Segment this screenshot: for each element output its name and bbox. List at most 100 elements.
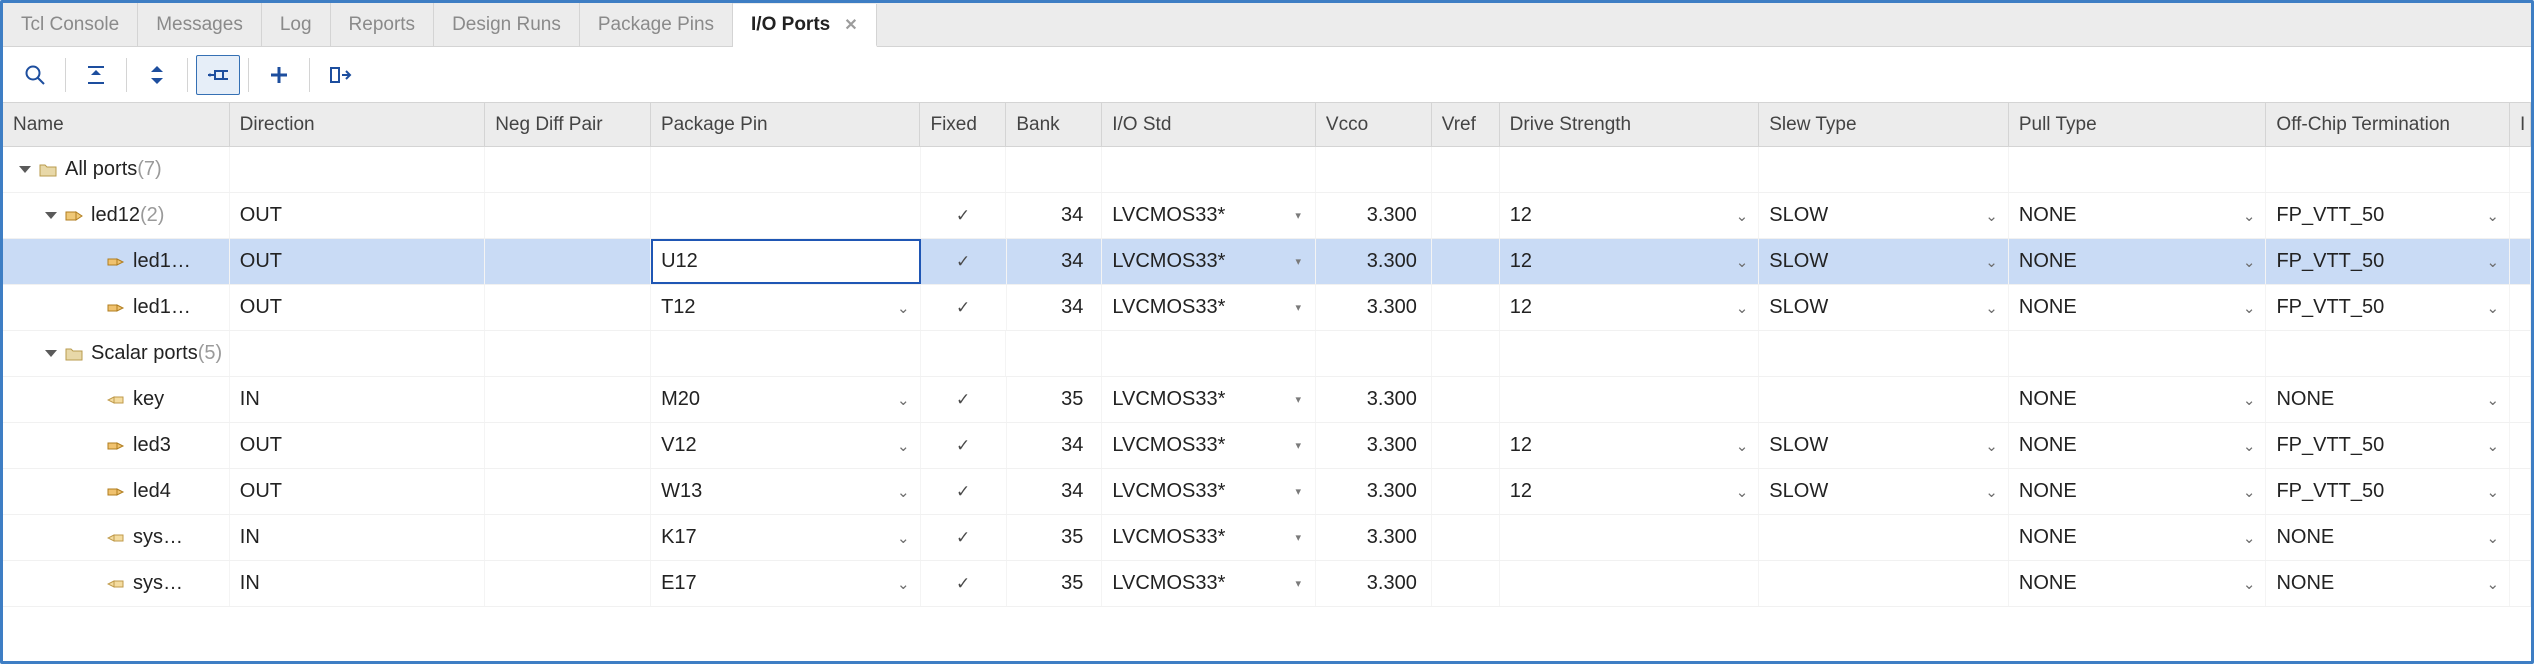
col-bank[interactable]: Bank [1006, 103, 1102, 146]
off-chip-cell[interactable]: NONE⌄ [2266, 377, 2510, 422]
col-name[interactable]: Name [3, 103, 230, 146]
io-std-cell[interactable]: LVCMOS33*▾ [1102, 469, 1316, 514]
table-row[interactable]: keyINM20⌄✓35LVCMOS33*▾3.300NONE⌄NONE⌄ [3, 377, 2531, 423]
collapse-all-button[interactable] [74, 55, 118, 95]
expand-icon[interactable] [45, 350, 57, 357]
col-vcco[interactable]: Vcco [1316, 103, 1432, 146]
tree-root-row[interactable]: All ports (7) [3, 147, 2531, 193]
table-row[interactable]: led3OUTV12⌄✓34LVCMOS33*▾3.30012⌄SLOW⌄NON… [3, 423, 2531, 469]
off-chip-cell[interactable]: FP_VTT_50⌄ [2266, 285, 2510, 330]
io-std-cell[interactable]: LVCMOS33*▾ [1102, 285, 1316, 330]
col-extra[interactable]: I [2510, 103, 2531, 146]
chevron-down-icon[interactable]: ⌄ [2243, 391, 2256, 409]
col-fixed[interactable]: Fixed [920, 103, 1006, 146]
table-row[interactable]: led1…OUTU12✓34LVCMOS33*▾3.30012⌄SLOW⌄NON… [3, 239, 2531, 285]
io-std-cell[interactable]: LVCMOS33*▾ [1102, 423, 1316, 468]
chevron-down-icon[interactable]: ⌄ [2243, 253, 2256, 271]
chevron-down-icon[interactable]: ⌄ [2486, 253, 2499, 271]
package-pin-cell[interactable]: V12⌄ [651, 423, 921, 468]
chevron-down-icon[interactable]: ⌄ [1985, 483, 1998, 501]
table-row[interactable]: led4OUTW13⌄✓34LVCMOS33*▾3.30012⌄SLOW⌄NON… [3, 469, 2531, 515]
chevron-down-icon[interactable]: ▾ [1295, 439, 1305, 452]
chevron-down-icon[interactable]: ⌄ [897, 575, 910, 593]
pull-type-cell[interactable]: NONE⌄ [2009, 239, 2267, 284]
chevron-down-icon[interactable]: ⌄ [2486, 299, 2499, 317]
chevron-down-icon[interactable]: ⌄ [2486, 529, 2499, 547]
table-row[interactable]: led1…OUTT12⌄✓34LVCMOS33*▾3.30012⌄SLOW⌄NO… [3, 285, 2531, 331]
col-vref[interactable]: Vref [1432, 103, 1500, 146]
chevron-down-icon[interactable]: ▾ [1295, 255, 1305, 268]
col-drive-strength[interactable]: Drive Strength [1500, 103, 1760, 146]
table-row[interactable]: sys…INE17⌄✓35LVCMOS33*▾3.300NONE⌄NONE⌄ [3, 561, 2531, 607]
chevron-down-icon[interactable]: ⌄ [2486, 391, 2499, 409]
col-slew-type[interactable]: Slew Type [1759, 103, 2009, 146]
drive-strength-cell[interactable]: 12⌄ [1500, 423, 1760, 468]
chevron-down-icon[interactable]: ⌄ [2486, 575, 2499, 593]
chevron-down-icon[interactable]: ⌄ [2243, 437, 2256, 455]
pull-type-cell[interactable]: NONE⌄ [2009, 377, 2267, 422]
expand-icon[interactable] [19, 166, 31, 173]
slew-type-cell[interactable]: SLOW⌄ [1759, 239, 2009, 284]
expand-icon[interactable] [45, 212, 57, 219]
chevron-down-icon[interactable]: ▾ [1295, 393, 1305, 406]
package-pin-cell[interactable]: T12⌄ [651, 285, 921, 330]
chevron-down-icon[interactable]: ⌄ [2243, 483, 2256, 501]
io-std-cell[interactable]: LVCMOS33*▾ [1102, 515, 1316, 560]
io-std-cell[interactable]: LVCMOS33*▾ [1102, 239, 1316, 284]
schematic-button[interactable] [196, 55, 240, 95]
col-direction[interactable]: Direction [230, 103, 486, 146]
group-row[interactable]: Scalar ports (5) [3, 331, 2531, 377]
tab-package-pins[interactable]: Package Pins [580, 3, 733, 46]
drive-strength-cell[interactable] [1500, 515, 1760, 560]
drive-strength-cell[interactable]: 12⌄ [1500, 239, 1760, 284]
chevron-down-icon[interactable]: ▾ [1295, 485, 1305, 498]
slew-type-cell[interactable]: SLOW⌄ [1759, 469, 2009, 514]
off-chip-cell[interactable]: FP_VTT_50⌄ [2266, 423, 2510, 468]
add-button[interactable] [257, 55, 301, 95]
off-chip-cell[interactable]: FP_VTT_50⌄ [2266, 239, 2510, 284]
slew-type-cell[interactable] [1759, 515, 2009, 560]
chevron-down-icon[interactable]: ⌄ [897, 483, 910, 501]
chevron-down-icon[interactable]: ⌄ [2486, 437, 2499, 455]
chevron-down-icon[interactable]: ⌄ [1736, 437, 1749, 455]
chevron-down-icon[interactable]: ⌄ [2243, 207, 2256, 225]
chevron-down-icon[interactable]: ⌄ [897, 437, 910, 455]
col-package-pin[interactable]: Package Pin [651, 103, 921, 146]
chevron-down-icon[interactable]: ⌄ [2243, 529, 2256, 547]
chevron-down-icon[interactable]: ⌄ [1736, 207, 1749, 225]
tab-reports[interactable]: Reports [331, 3, 435, 46]
chevron-down-icon[interactable]: ▾ [1295, 577, 1305, 590]
close-icon[interactable]: ✕ [844, 15, 857, 35]
search-button[interactable] [13, 55, 57, 95]
chevron-down-icon[interactable]: ⌄ [897, 391, 910, 409]
slew-type-cell[interactable] [1759, 377, 2009, 422]
package-pin-cell[interactable]: U12 [651, 239, 921, 284]
chevron-down-icon[interactable]: ⌄ [1985, 207, 1998, 225]
off-chip-cell[interactable]: NONE⌄ [2266, 515, 2510, 560]
col-io-std[interactable]: I/O Std [1102, 103, 1316, 146]
col-pull-type[interactable]: Pull Type [2009, 103, 2267, 146]
expand-all-button[interactable] [135, 55, 179, 95]
save-constraints-button[interactable] [318, 55, 362, 95]
package-pin-cell[interactable]: K17⌄ [651, 515, 921, 560]
chevron-down-icon[interactable]: ⌄ [897, 529, 910, 547]
pull-type-cell[interactable]: NONE⌄ [2009, 561, 2267, 606]
slew-type-cell[interactable]: SLOW⌄ [1759, 285, 2009, 330]
tab-i-o-ports[interactable]: I/O Ports✕ [733, 4, 877, 47]
chevron-down-icon[interactable]: ⌄ [1736, 483, 1749, 501]
pull-type-cell[interactable]: NONE⌄ [2009, 285, 2267, 330]
table-row[interactable]: sys…INK17⌄✓35LVCMOS33*▾3.300NONE⌄NONE⌄ [3, 515, 2531, 561]
tab-tcl-console[interactable]: Tcl Console [3, 3, 138, 46]
chevron-down-icon[interactable]: ⌄ [1985, 299, 1998, 317]
chevron-down-icon[interactable]: ⌄ [897, 299, 910, 317]
slew-type-cell[interactable] [1759, 561, 2009, 606]
tab-log[interactable]: Log [262, 3, 331, 46]
pull-type-cell[interactable]: NONE⌄ [2009, 423, 2267, 468]
slew-type-cell[interactable]: SLOW⌄ [1759, 423, 2009, 468]
chevron-down-icon[interactable]: ▾ [1295, 301, 1305, 314]
chevron-down-icon[interactable]: ▾ [1295, 209, 1305, 222]
drive-strength-cell[interactable]: 12⌄ [1500, 469, 1760, 514]
drive-strength-cell[interactable]: 12⌄ [1500, 285, 1760, 330]
col-off-chip-termination[interactable]: Off-Chip Termination [2266, 103, 2510, 146]
off-chip-cell[interactable]: FP_VTT_50⌄ [2266, 469, 2510, 514]
